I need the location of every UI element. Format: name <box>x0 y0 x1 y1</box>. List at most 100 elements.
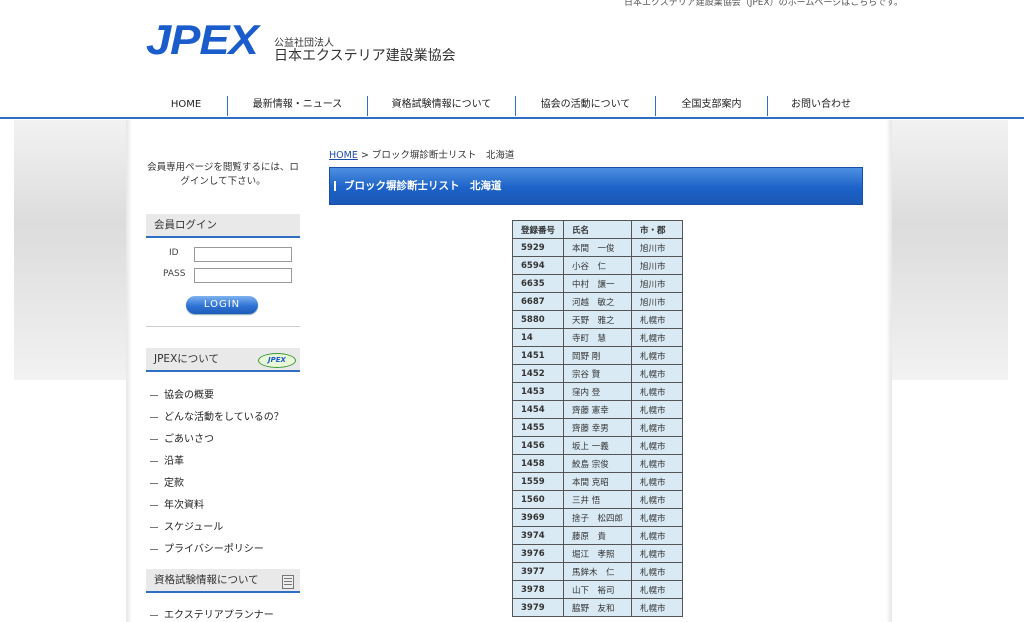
cell-reg-number: 1455 <box>511 418 565 437</box>
table-row: 1458 鮫島 宗俊 札幌市 <box>511 454 684 473</box>
nav-contact[interactable]: お問い合わせ <box>768 94 874 116</box>
nav-home[interactable]: HOME <box>146 94 226 116</box>
cell-name: 齊藤 憲幸 <box>563 400 633 419</box>
nav-underline <box>0 117 1024 119</box>
table-row: 5880 天野 雅之 札幌市 <box>511 310 684 329</box>
cell-city: 札幌市 <box>631 544 684 563</box>
cell-name: 藤原 貴 <box>563 526 633 545</box>
table-row: 1456 坂上 一義 札幌市 <box>511 436 684 455</box>
table-row: 3978 山下 裕司 札幌市 <box>511 580 684 599</box>
registrant-table: 登録番号 氏名 市・郡 5929 本間 一俊 旭川市 6594 小谷 仁旭川市 6635 中… <box>511 220 684 617</box>
table-row: 14 寺町 慧札幌市 <box>511 328 684 347</box>
cell-name: 堀江 孝照 <box>563 544 633 563</box>
cell-name: 本間 克昭 <box>563 472 633 491</box>
table-row: 6687 河越 敏之 旭川市 <box>511 292 684 311</box>
cell-reg-number: 5929 <box>511 238 565 257</box>
cell-city: 札幌市 <box>631 526 684 545</box>
cell-city: 札幌市 <box>631 562 684 581</box>
cell-reg-number: 14 <box>511 328 565 347</box>
login-button[interactable]: LOGIN <box>186 296 258 314</box>
pass-label: PASS <box>163 269 186 279</box>
table-row: 3979 脇野 友和 札幌市 <box>511 598 684 617</box>
menu-exterior-planner[interactable]: エクステリアプランナー <box>150 606 274 621</box>
menu-overview[interactable]: 協会の概要 <box>150 386 214 401</box>
cell-reg-number: 6635 <box>511 274 565 293</box>
cell-city: 札幌市 <box>631 400 684 419</box>
cell-name: 小谷 仁 <box>563 256 633 275</box>
cell-reg-number: 1559 <box>511 472 565 491</box>
cell-name: 本間 一俊 <box>563 238 633 257</box>
cell-name: 鮫島 宗俊 <box>563 454 633 473</box>
table-row: 6635 中村 譲一 旭川市 <box>511 274 684 293</box>
cell-city: 札幌市 <box>631 598 684 617</box>
cell-city: 札幌市 <box>631 364 684 383</box>
title-bar-mark <box>334 181 336 191</box>
page-title: ブロック塀診断士リスト 北海道 <box>344 180 502 192</box>
cell-name: 脇野 友和 <box>563 598 633 617</box>
table-row: 6594 小谷 仁旭川市 <box>511 256 684 275</box>
nav-branches[interactable]: 全国支部案内 <box>656 94 767 116</box>
menu-activities[interactable]: どんな活動をしているの？ <box>150 408 284 423</box>
header-name: 氏名 <box>563 220 633 239</box>
menu-history[interactable]: 沿革 <box>150 452 184 467</box>
header-city: 市・郡 <box>631 220 684 239</box>
cell-reg-number: 1458 <box>511 454 565 473</box>
cell-city: 札幌市 <box>631 328 684 347</box>
table-row: 5929 本間 一俊 旭川市 <box>511 238 684 257</box>
top-note: 日本エクステリア建設業協会（JPEX）のホームページはこちらです。 <box>624 0 904 8</box>
id-label: ID <box>169 248 179 258</box>
menu-greeting[interactable]: ごあいさつ <box>150 430 214 445</box>
cell-name: 宗谷 賢 <box>563 364 633 383</box>
id-input[interactable] <box>194 247 292 262</box>
cell-reg-number: 1452 <box>511 364 565 383</box>
table-row: 3977 馬鉾木 仁札幌市 <box>511 562 684 581</box>
cell-name: 捨子 松四郎 <box>563 508 633 527</box>
cell-city: 札幌市 <box>631 472 684 491</box>
jpex-logo[interactable]: JPEX <box>146 19 259 61</box>
nav-exam[interactable]: 資格試験情報について <box>368 94 515 116</box>
menu-schedule[interactable]: スケジュール <box>150 518 223 533</box>
cell-city: 旭川市 <box>631 292 684 311</box>
table-row: 1453 窪内 登札幌市 <box>511 382 684 401</box>
nav-news[interactable]: 最新情報・ニュース <box>228 94 367 116</box>
cell-name: 山下 裕司 <box>563 580 633 599</box>
cell-city: 札幌市 <box>631 436 684 455</box>
cell-city: 旭川市 <box>631 256 684 275</box>
cell-reg-number: 6594 <box>511 256 565 275</box>
nav-activities[interactable]: 協会の活動について <box>516 94 655 116</box>
login-box-title: 会員ログイン <box>146 214 300 238</box>
menu-annual-docs[interactable]: 年次資料 <box>150 496 204 511</box>
breadcrumb-home-link[interactable]: HOME <box>329 150 358 161</box>
cell-city: 札幌市 <box>631 580 684 599</box>
member-login-note: 会員専用ページを閲覧するには、ログインして下さい。 <box>147 162 299 187</box>
content-shadow-left <box>126 120 132 622</box>
cell-reg-number: 3974 <box>511 526 565 545</box>
cell-name: 寺町 慧 <box>563 328 633 347</box>
cell-name: 岡野 剛 <box>563 346 633 365</box>
cell-city: 札幌市 <box>631 310 684 329</box>
cell-reg-number: 1454 <box>511 400 565 419</box>
cell-reg-number: 1453 <box>511 382 565 401</box>
cell-city: 札幌市 <box>631 382 684 401</box>
background-panel-left <box>14 120 130 380</box>
menu-articles[interactable]: 定款 <box>150 474 184 489</box>
login-box-divider <box>146 326 300 327</box>
cell-name: 河越 敏之 <box>563 292 633 311</box>
cell-name: 齊藤 幸男 <box>563 418 633 437</box>
cell-reg-number: 3979 <box>511 598 565 617</box>
cell-reg-number: 1451 <box>511 346 565 365</box>
table-header-row: 登録番号 氏名 市・郡 <box>511 220 684 239</box>
cell-city: 札幌市 <box>631 454 684 473</box>
cell-city: 札幌市 <box>631 418 684 437</box>
cell-name: 馬鉾木 仁 <box>563 562 633 581</box>
cell-reg-number: 3978 <box>511 580 565 599</box>
table-row: 1560 三井 悟札幌市 <box>511 490 684 509</box>
org-name: 日本エクステリア建設業協会 <box>274 48 456 64</box>
document-icon <box>282 575 294 589</box>
menu-privacy[interactable]: プライバシーポリシー <box>150 540 264 555</box>
cell-name: 坂上 一義 <box>563 436 633 455</box>
pass-input[interactable] <box>194 268 292 283</box>
table-row: 3976 堀江 孝照 札幌市 <box>511 544 684 563</box>
breadcrumb: HOME > ブロック塀診断士リスト 北海道 <box>329 147 514 161</box>
cell-name: 中村 譲一 <box>563 274 633 293</box>
